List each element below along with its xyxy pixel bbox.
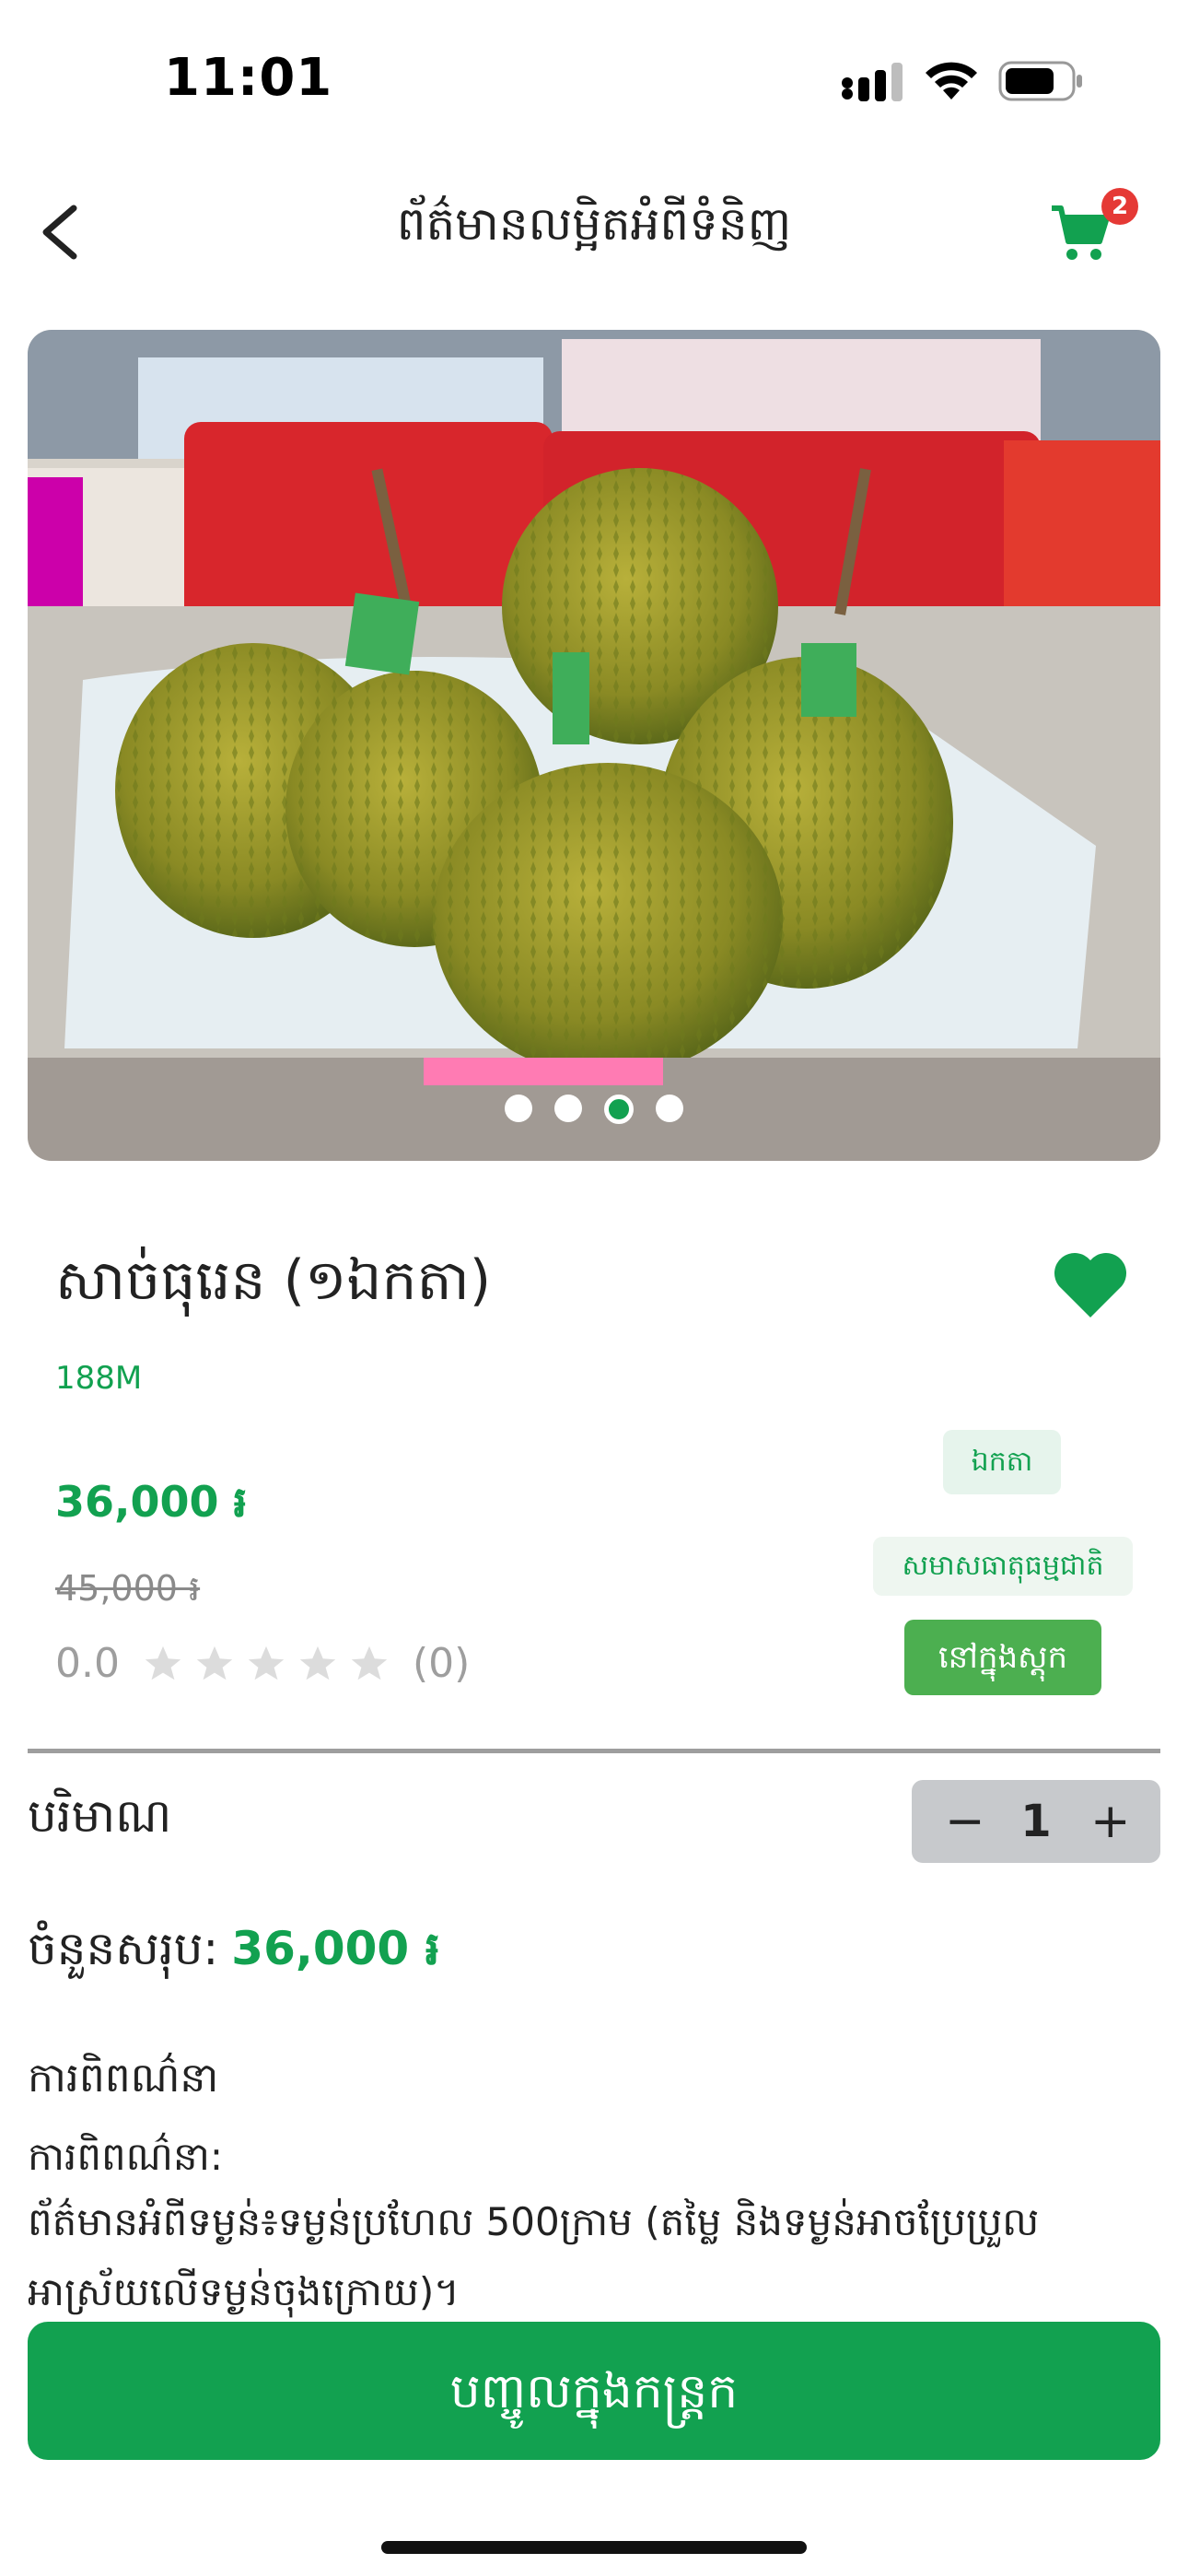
carousel-dot-active[interactable] — [604, 1095, 634, 1124]
description-body: ព័ត៌មានអំពីទម្ងន់៖ទម្ងន់ប្រហែល 500ក្រាម … — [28, 2199, 1040, 2314]
product-price: 36,000 ៛ — [55, 1477, 248, 1527]
cart-count-badge: 2 — [1101, 188, 1138, 225]
carousel-dot[interactable] — [656, 1095, 683, 1122]
rating-row: 0.0 (0) — [55, 1640, 470, 1687]
carousel-dot[interactable] — [505, 1095, 532, 1122]
product-image-carousel[interactable] — [28, 330, 1160, 1161]
star-icon — [196, 1645, 233, 1680]
quantity-stepper: − 1 + — [912, 1780, 1160, 1863]
increment-button[interactable]: + — [1090, 1794, 1131, 1849]
description-label: ការពិពណ៌នា: — [28, 2134, 224, 2179]
rating-count: (0) — [412, 1640, 471, 1687]
description-heading: ការពិពណ៌នា — [28, 2055, 219, 2102]
page-title: ព័ត៌មានលម្អិតអំពីទំនិញ — [396, 197, 792, 251]
status-time: 11:01 — [164, 48, 333, 108]
stock-status-badge: នៅក្នុងស្តុក — [904, 1620, 1101, 1695]
star-icon — [299, 1645, 336, 1680]
product-name: សាច់ធុរេន (១ឯកតា) — [55, 1248, 492, 1313]
quantity-value: 1 — [1020, 1796, 1052, 1847]
cellular-signal-icon — [842, 63, 903, 101]
battery-icon — [998, 61, 1082, 101]
carousel-dots — [0, 1095, 1188, 1124]
total-value: 36,000 ៛ — [231, 1922, 440, 1975]
star-icon — [248, 1645, 285, 1680]
unit-tag: ឯកតា — [943, 1430, 1061, 1494]
product-image — [28, 330, 1160, 1161]
product-brand[interactable]: 188M — [55, 1360, 142, 1397]
add-to-cart-button[interactable]: បញ្ចូលក្នុងកន្ត្រក — [28, 2322, 1160, 2460]
carousel-dot[interactable] — [554, 1095, 582, 1122]
decrement-button[interactable]: − — [945, 1794, 985, 1849]
home-indicator[interactable] — [381, 2541, 807, 2554]
wifi-icon — [926, 62, 977, 100]
rating-value: 0.0 — [55, 1640, 120, 1687]
divider — [28, 1749, 1160, 1753]
quantity-label: បរិមាណ — [28, 1789, 172, 1843]
favorite-heart-icon[interactable] — [1052, 1249, 1129, 1321]
star-icon — [351, 1645, 388, 1680]
total-label: ចំនួនសរុប: — [28, 1922, 219, 1975]
star-icon — [145, 1645, 181, 1680]
product-old-price: 45,000 ៛ — [55, 1568, 201, 1609]
total-row: ចំនួនសរុប: 36,000 ៛ — [28, 1920, 440, 1987]
supplier-tag: សមាសធាតុធម្មជាតិ — [873, 1537, 1133, 1596]
